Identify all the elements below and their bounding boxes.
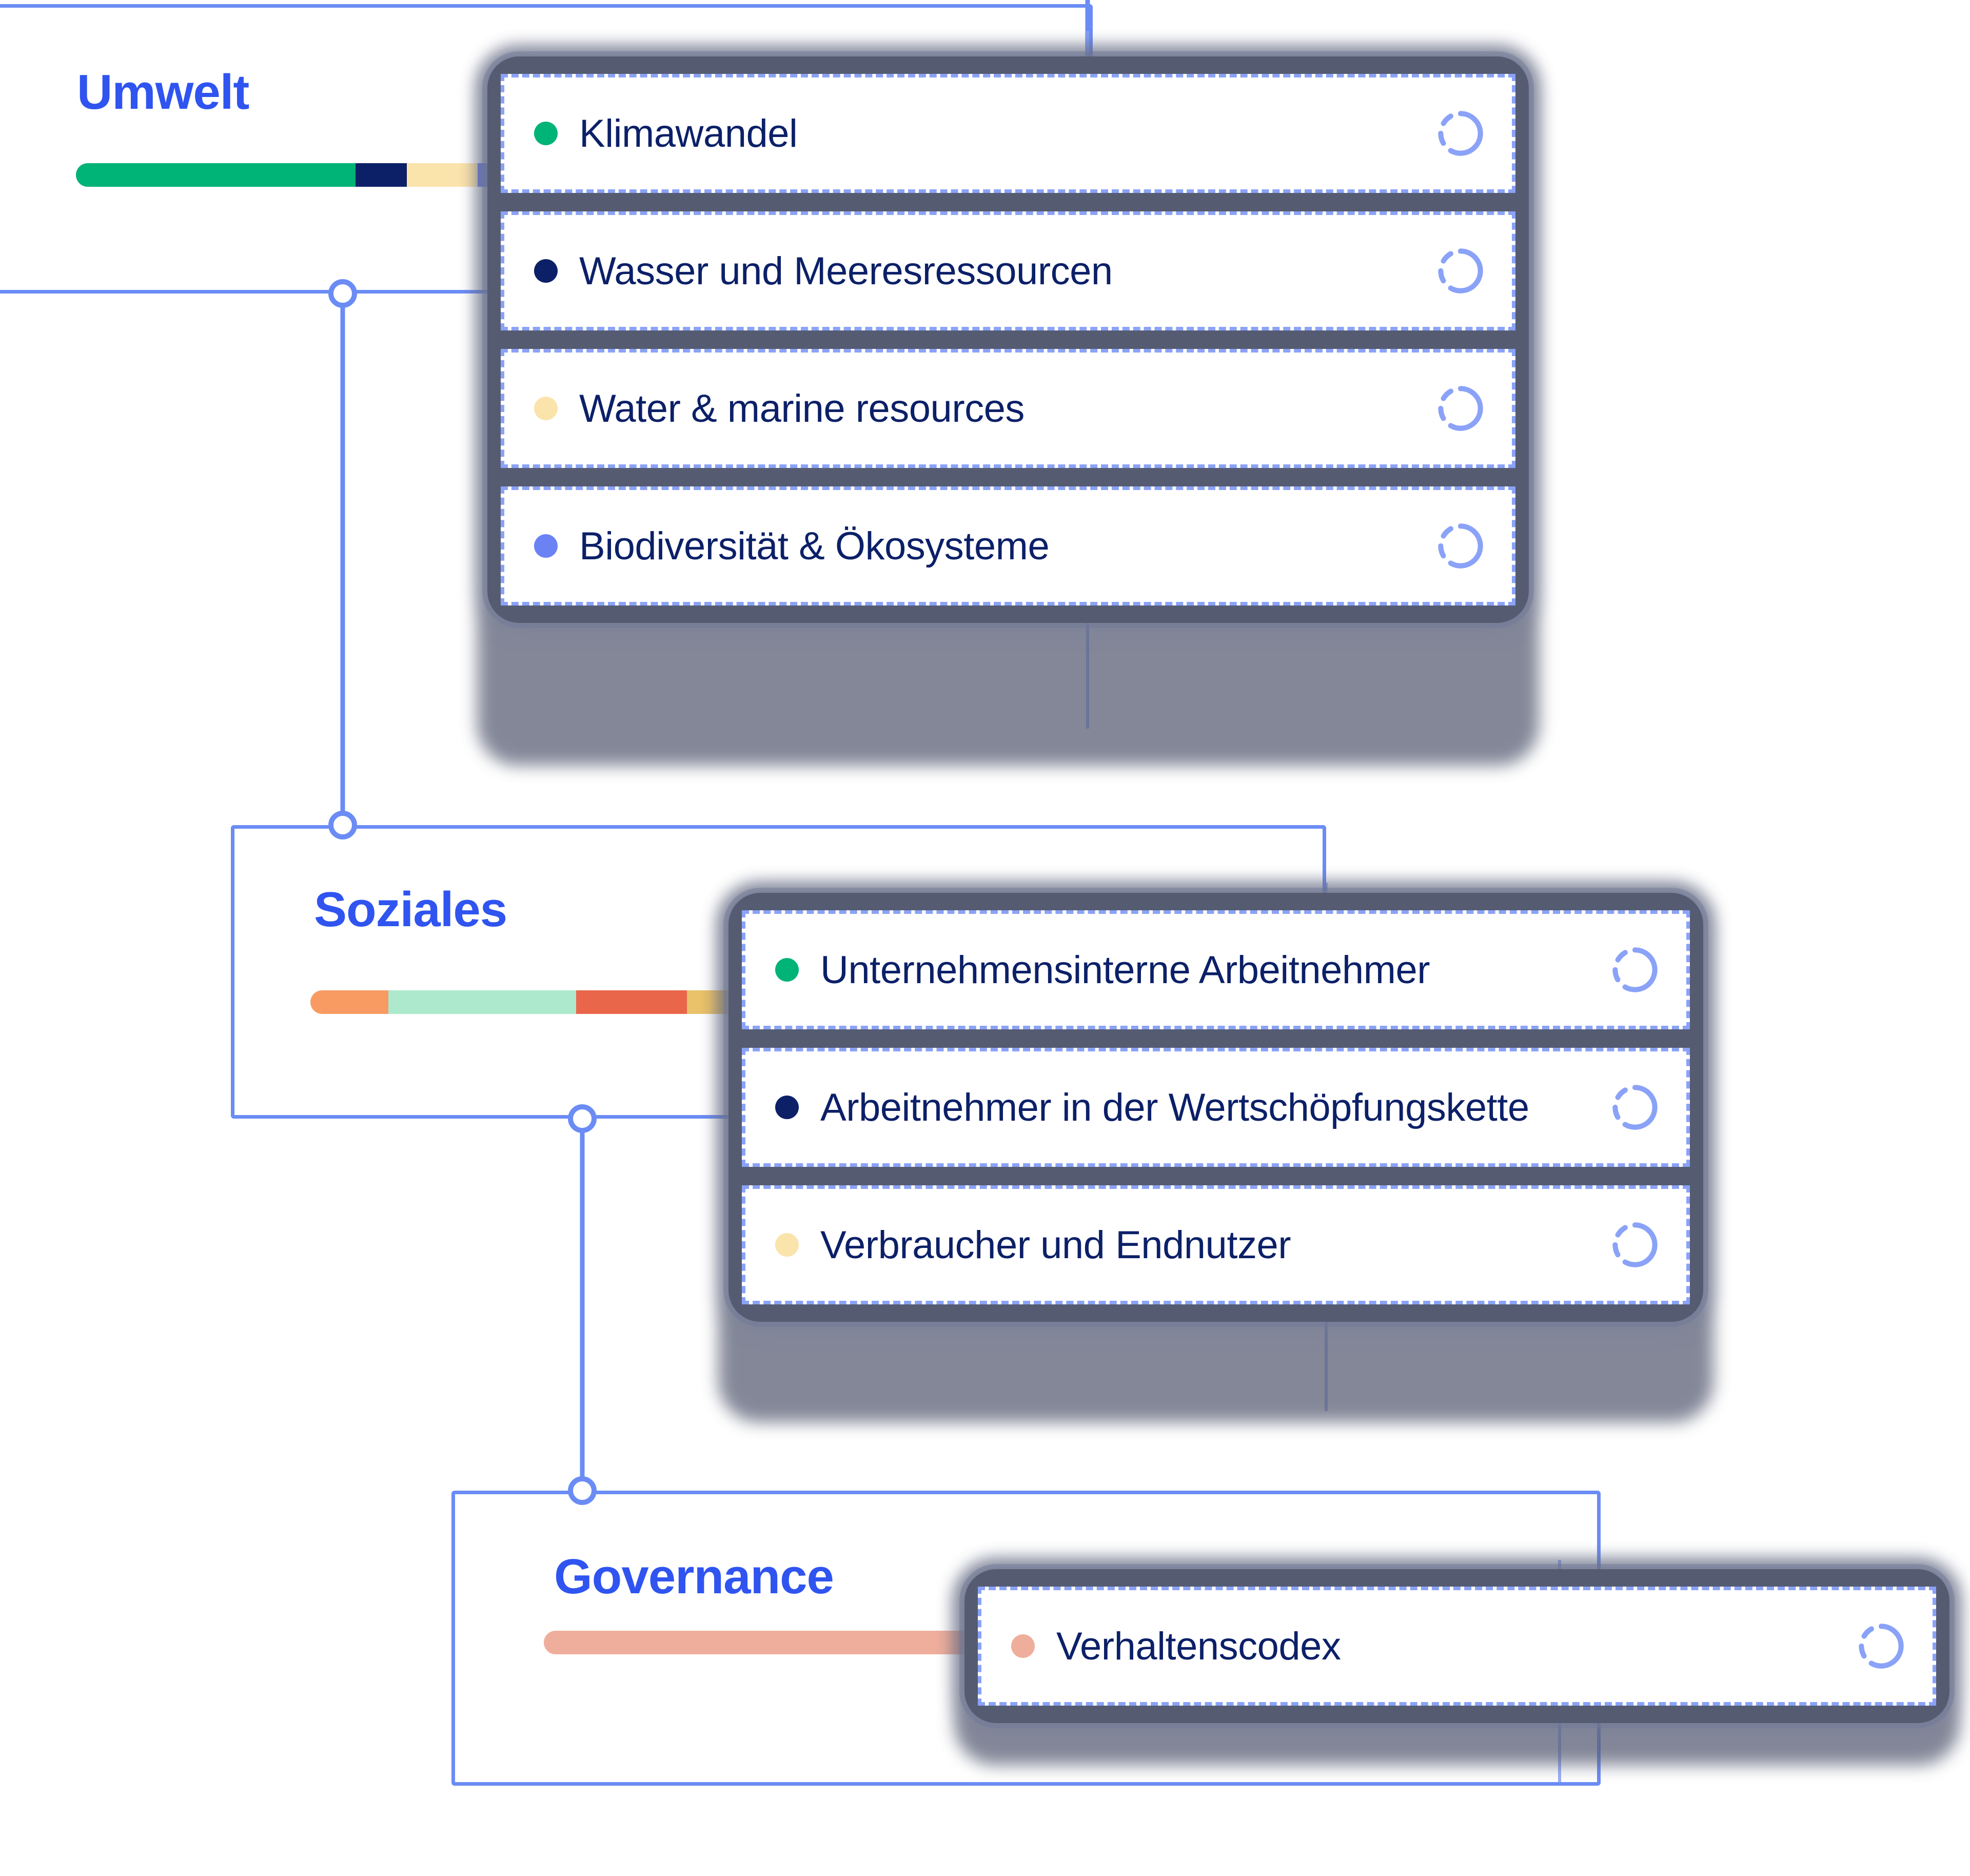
connector-node-umwelt-out[interactable] <box>328 279 357 308</box>
progress-bar-segment <box>388 990 577 1014</box>
topic-label: Arbeitnehmer in der Wertschöpfungskette <box>820 1085 1529 1129</box>
topic-color-dot <box>534 259 558 283</box>
topic-row[interactable]: Klimawandel <box>501 74 1515 193</box>
section-title-soziales: Soziales <box>314 882 507 937</box>
connector-node-governance-in[interactable] <box>568 1476 597 1505</box>
progress-bar-segment <box>544 1631 1021 1654</box>
topic-row[interactable]: Water & marine resources <box>501 349 1515 468</box>
topic-label: Klimawandel <box>579 111 798 155</box>
loading-spinner-icon <box>1438 111 1483 156</box>
progress-bar-umwelt <box>76 163 515 187</box>
topic-color-dot <box>1011 1634 1035 1658</box>
topic-color-dot <box>775 1096 799 1119</box>
connector-node-soziales-out[interactable] <box>568 1104 597 1133</box>
loading-spinner-icon <box>1438 523 1483 569</box>
topic-color-dot <box>775 958 799 982</box>
loading-spinner-icon <box>1612 1085 1658 1130</box>
topic-label: Verhaltenscodex <box>1056 1624 1341 1668</box>
connector-node-soziales-in[interactable] <box>328 811 357 839</box>
topic-label: Verbraucher und Endnutzer <box>820 1223 1291 1267</box>
topic-row[interactable]: Verbraucher und Endnutzer <box>742 1185 1690 1304</box>
progress-bar-segment <box>355 163 407 187</box>
loading-spinner-icon <box>1612 947 1658 992</box>
topic-label: Wasser und Meeresressourcen <box>579 249 1113 293</box>
topic-label: Biodiversität & Ökosysteme <box>579 524 1050 568</box>
topic-color-dot <box>534 534 558 558</box>
topic-row[interactable]: Biodiversität & Ökosysteme <box>501 486 1515 605</box>
progress-bar-soziales <box>310 990 772 1014</box>
progress-bar-segment <box>310 990 388 1014</box>
topic-label: Unternehmensinterne Arbeitnehmer <box>820 948 1430 992</box>
topic-row[interactable]: Arbeitnehmer in der Wertschöpfungskette <box>742 1048 1690 1167</box>
loading-spinner-icon <box>1612 1222 1658 1267</box>
topic-label: Water & marine resources <box>579 386 1025 431</box>
topic-color-dot <box>534 397 558 420</box>
topic-color-dot <box>534 122 558 145</box>
section-title-umwelt: Umwelt <box>77 65 249 120</box>
topic-row[interactable]: Unternehmensinterne Arbeitnehmer <box>742 910 1690 1029</box>
card-umwelt: Klimawandel Wasser und Meeresressourcen Wa… <box>487 56 1529 623</box>
topic-color-dot <box>775 1233 799 1257</box>
progress-bar-segment <box>406 163 478 187</box>
loading-spinner-icon <box>1438 248 1483 294</box>
progress-bar-segment <box>576 990 687 1014</box>
topic-row[interactable]: Verhaltenscodex <box>978 1587 1936 1706</box>
card-soziales: Unternehmensinterne Arbeitnehmer Arbeitne… <box>728 893 1703 1322</box>
section-title-governance: Governance <box>554 1549 834 1604</box>
progress-bar-governance <box>544 1631 1021 1654</box>
topic-row[interactable]: Wasser und Meeresressourcen <box>501 211 1515 330</box>
esrs-topic-tree: Umwelt Klimawandel Wasser und Meeresresso… <box>0 0 1970 1876</box>
loading-spinner-icon <box>1438 386 1483 431</box>
card-governance: Verhaltenscodex <box>964 1569 1949 1723</box>
progress-bar-segment <box>76 163 356 187</box>
loading-spinner-icon <box>1859 1624 1904 1669</box>
